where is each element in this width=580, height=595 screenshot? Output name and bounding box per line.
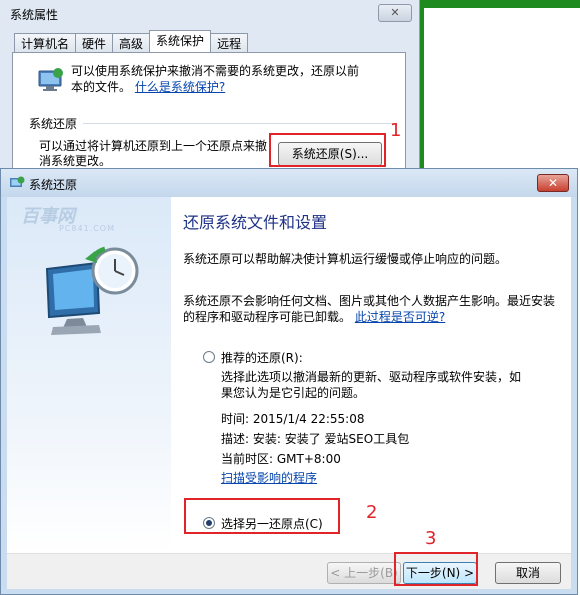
- annotation-box-3: [394, 552, 478, 586]
- annotation-number-3: 3: [425, 528, 437, 549]
- system-properties-titlebar: 系统属性: [0, 0, 419, 30]
- timezone-label: 当前时区:: [221, 452, 274, 466]
- annotation-number-1: 1: [390, 120, 402, 141]
- description-label: 描述:: [221, 432, 250, 446]
- system-restore-titlebar: 系统还原 ✕: [1, 169, 577, 197]
- background-vbar: [420, 0, 424, 170]
- system-restore-icon: [10, 176, 25, 187]
- annotation-number-2: 2: [366, 502, 378, 523]
- illustration-pane: 百事网 PC841.COM: [7, 197, 171, 553]
- computer-shield-icon: [38, 68, 63, 91]
- system-restore-group-label: 系统还原: [29, 117, 78, 131]
- recommended-restore-description: 选择此选项以撤消最新的更新、驱动程序或软件安装，如果您认为是它引起的问题。: [221, 370, 522, 400]
- is-process-reversible-link[interactable]: 此过程是否可逆?: [355, 310, 445, 324]
- timezone-row: 当前时区: GMT+8:00: [221, 451, 341, 467]
- intro-text: 可以使用系统保护来撤消不需要的系统更改，还原以前 本的文件。 什么是系统保护?: [71, 63, 391, 95]
- impact-text: 系统还原不会影响任何文档、图片或其他个人数据产生影响。最近安装的程序和驱动程序可…: [183, 293, 563, 325]
- group-divider: [83, 123, 395, 124]
- background-bar: [420, 0, 580, 8]
- description-value: 安装: 安装了 爱站SEO工具包: [252, 432, 410, 446]
- cancel-button[interactable]: 取消: [495, 562, 561, 584]
- restore-time-row: 时间: 2015/1/4 22:55:08: [221, 411, 364, 427]
- close-icon[interactable]: ✕: [537, 174, 569, 192]
- system-restore-title: 系统还原: [29, 178, 78, 192]
- tab-system-protection[interactable]: 系统保护: [149, 30, 212, 53]
- time-value: 2015/1/4 22:55:08: [252, 412, 365, 426]
- time-label: 时间:: [221, 412, 250, 426]
- system-properties-title: 系统属性: [10, 8, 59, 22]
- recommended-restore-radio[interactable]: [203, 351, 215, 363]
- what-is-system-protection-link[interactable]: 什么是系统保护?: [135, 80, 225, 94]
- tab-advanced[interactable]: 高级: [112, 33, 151, 53]
- close-icon[interactable]: ✕: [378, 4, 412, 22]
- system-restore-description: 可以通过将计算机还原到上一个还原点来撤消系统更改。: [39, 139, 268, 168]
- intro-line-1: 可以使用系统保护来撤消不需要的系统更改，还原以前: [71, 64, 360, 78]
- intro-line-2: 本的文件。: [71, 80, 132, 94]
- tab-hardware[interactable]: 硬件: [75, 33, 114, 53]
- annotation-box-2: [184, 498, 340, 534]
- recommended-restore-label[interactable]: 推荐的还原(R):: [221, 349, 303, 366]
- annotation-box-1: [269, 133, 386, 167]
- scan-affected-programs-link[interactable]: 扫描受影响的程序: [221, 469, 317, 486]
- restore-description-row: 描述: 安装: 安装了 爱站SEO工具包: [221, 431, 409, 447]
- watermark-subtext: PC841.COM: [59, 224, 116, 233]
- description-text: 系统还原可以帮助解决使计算机运行缓慢或停止响应的问题。: [183, 252, 508, 266]
- back-button[interactable]: < 上一步(B): [327, 562, 401, 584]
- tab-computer-name[interactable]: 计算机名: [14, 33, 77, 53]
- computer-clock-icon: [45, 246, 139, 335]
- background-strip: [420, 0, 580, 170]
- tab-remote[interactable]: 远程: [210, 33, 249, 53]
- page-title: 还原系统文件和设置: [183, 213, 328, 232]
- tab-strip: 计算机名 硬件 高级 系统保护 远程: [14, 30, 249, 53]
- timezone-value: GMT+8:00: [276, 452, 341, 466]
- wizard-button-bar: < 上一步(B) 下一步(N) > 取消: [7, 553, 571, 589]
